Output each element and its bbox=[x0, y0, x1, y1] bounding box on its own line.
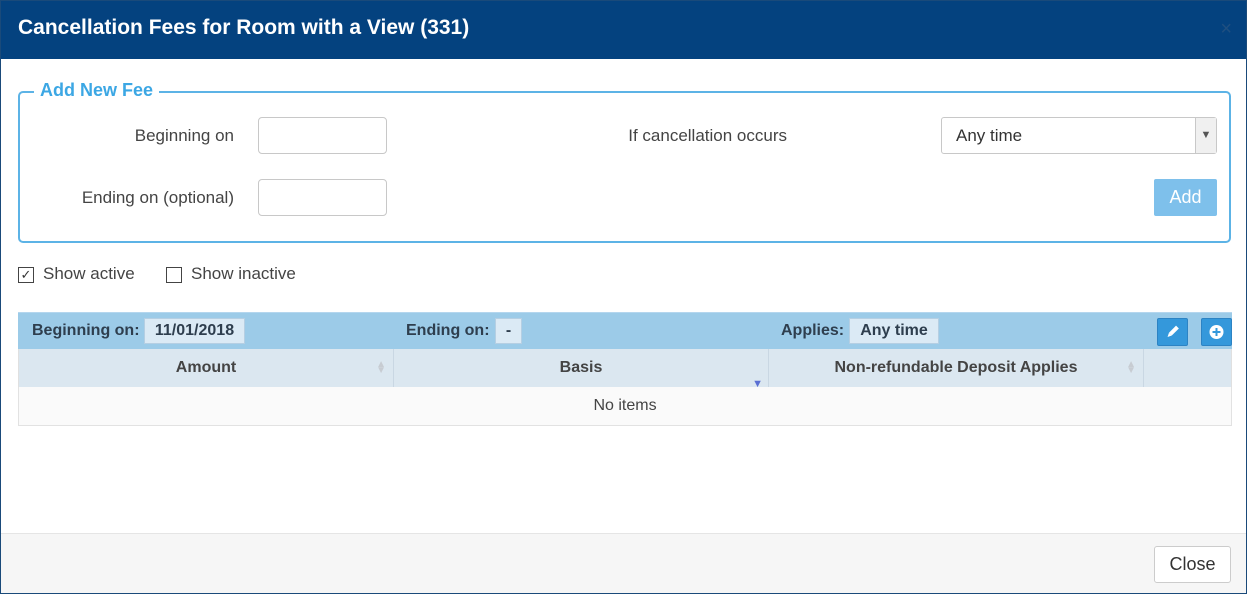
group-beginning-label: Beginning on: bbox=[32, 322, 140, 339]
sort-icon: ▲ ▼ bbox=[1126, 359, 1136, 376]
edit-button[interactable] bbox=[1157, 318, 1188, 346]
checkbox-empty-icon bbox=[166, 267, 182, 283]
column-header-basis[interactable]: Basis ▼ bbox=[394, 349, 769, 390]
group-applies-value: Any time bbox=[849, 318, 939, 344]
cancellation-occurs-label: If cancellation occurs bbox=[628, 126, 787, 145]
table-body: No items bbox=[18, 387, 1232, 426]
column-label: Non-refundable Deposit Applies bbox=[834, 359, 1078, 376]
beginning-on-input[interactable] bbox=[258, 117, 387, 154]
ending-on-input[interactable] bbox=[258, 179, 387, 216]
group-beginning-value: 11/01/2018 bbox=[144, 318, 245, 344]
beginning-on-label: Beginning on bbox=[134, 126, 234, 145]
add-fee-button[interactable] bbox=[1201, 318, 1232, 346]
modal-footer: Close bbox=[1, 533, 1246, 593]
show-active-label: Show active bbox=[43, 264, 135, 283]
table-header: Amount ▲ ▼ Basis ▼ Non-refundable Deposit… bbox=[18, 349, 1232, 390]
fee-group-header: Beginning on: 11/01/2018 Ending on: - Ap… bbox=[18, 312, 1232, 349]
group-ending-value: - bbox=[495, 318, 522, 344]
chevron-down-icon: ▼ bbox=[1195, 118, 1216, 153]
column-header-amount[interactable]: Amount ▲ ▼ bbox=[19, 349, 394, 387]
ending-on-label: Ending on (optional) bbox=[81, 188, 234, 207]
pencil-icon bbox=[1167, 325, 1179, 337]
modal-header: Cancellation Fees for Room with a View (… bbox=[1, 1, 1246, 59]
plus-circle-icon bbox=[1209, 325, 1224, 339]
cancellation-timing-select[interactable]: Any time ▼ bbox=[941, 117, 1217, 154]
close-icon[interactable]: × bbox=[1220, 19, 1232, 39]
column-label: Amount bbox=[175, 359, 237, 376]
empty-message: No items bbox=[593, 397, 657, 414]
sort-icon: ▲ ▼ bbox=[376, 359, 386, 376]
modal-dialog: Cancellation Fees for Room with a View (… bbox=[0, 0, 1247, 594]
cancellation-timing-value: Any time bbox=[956, 126, 1023, 145]
add-new-fee-fieldset: Add New Fee Beginning on Ending on (opti… bbox=[18, 80, 1231, 243]
column-header-non-refundable-deposit[interactable]: Non-refundable Deposit Applies ▲ ▼ bbox=[769, 349, 1144, 387]
checkmark-icon: ✓ bbox=[18, 267, 34, 283]
close-button[interactable]: Close bbox=[1154, 546, 1231, 583]
fieldset-legend: Add New Fee bbox=[34, 80, 160, 101]
group-applies-label: Applies: bbox=[781, 322, 845, 339]
show-inactive-label: Show inactive bbox=[191, 264, 296, 283]
column-label: Basis bbox=[559, 359, 603, 376]
group-ending-label: Ending on: bbox=[406, 322, 490, 339]
add-button[interactable]: Add bbox=[1154, 179, 1217, 216]
modal-title: Cancellation Fees for Room with a View (… bbox=[18, 16, 470, 39]
